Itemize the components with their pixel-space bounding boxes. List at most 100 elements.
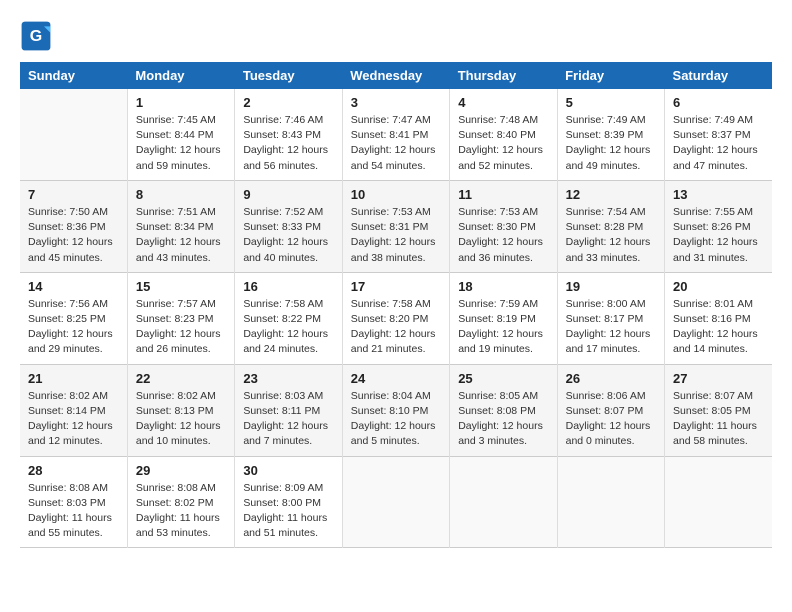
- weekday-header-thursday: Thursday: [450, 62, 557, 89]
- day-info: Sunrise: 7:59 AM Sunset: 8:19 PM Dayligh…: [458, 297, 548, 358]
- logo-icon: G: [20, 20, 52, 52]
- calendar-week-row: 28 Sunrise: 8:08 AM Sunset: 8:03 PM Dayli…: [20, 456, 772, 548]
- calendar-cell: 10 Sunrise: 7:53 AM Sunset: 8:31 PM Dayli…: [342, 180, 449, 272]
- weekday-header-row: SundayMondayTuesdayWednesdayThursdayFrid…: [20, 62, 772, 89]
- calendar-cell: 27 Sunrise: 8:07 AM Sunset: 8:05 PM Dayli…: [665, 364, 772, 456]
- calendar-cell: 9 Sunrise: 7:52 AM Sunset: 8:33 PM Daylig…: [235, 180, 342, 272]
- day-number: 21: [28, 371, 119, 386]
- day-number: 3: [351, 95, 441, 110]
- day-number: 4: [458, 95, 548, 110]
- calendar-cell: 6 Sunrise: 7:49 AM Sunset: 8:37 PM Daylig…: [665, 89, 772, 180]
- calendar-cell: [20, 89, 127, 180]
- calendar-cell: 16Sunrise: 7:58 AM Sunset: 8:22 PM Dayli…: [235, 272, 342, 364]
- day-info: Sunrise: 7:58 AM Sunset: 8:20 PM Dayligh…: [351, 297, 441, 358]
- day-info: Sunrise: 8:07 AM Sunset: 8:05 PM Dayligh…: [673, 389, 764, 450]
- day-number: 2: [243, 95, 333, 110]
- day-number: 12: [566, 187, 656, 202]
- weekday-header-sunday: Sunday: [20, 62, 127, 89]
- day-info: Sunrise: 7:55 AM Sunset: 8:26 PM Dayligh…: [673, 205, 764, 266]
- calendar-cell: 7 Sunrise: 7:50 AM Sunset: 8:36 PM Daylig…: [20, 180, 127, 272]
- calendar-cell: 29 Sunrise: 8:08 AM Sunset: 8:02 PM Dayli…: [127, 456, 234, 548]
- day-number: 6: [673, 95, 764, 110]
- calendar-cell: [450, 456, 557, 548]
- day-number: 10: [351, 187, 441, 202]
- day-number: 26: [566, 371, 656, 386]
- day-info: Sunrise: 7:49 AM Sunset: 8:39 PM Dayligh…: [566, 113, 656, 174]
- day-info: Sunrise: 7:53 AM Sunset: 8:31 PM Dayligh…: [351, 205, 441, 266]
- calendar-cell: 17 Sunrise: 7:58 AM Sunset: 8:20 PM Dayli…: [342, 272, 449, 364]
- day-info: Sunrise: 7:54 AM Sunset: 8:28 PM Dayligh…: [566, 205, 656, 266]
- day-info: Sunrise: 7:47 AM Sunset: 8:41 PM Dayligh…: [351, 113, 441, 174]
- weekday-header-monday: Monday: [127, 62, 234, 89]
- calendar-cell: 14 Sunrise: 7:56 AM Sunset: 8:25 PM Dayli…: [20, 272, 127, 364]
- day-number: 22: [136, 371, 226, 386]
- calendar-week-row: 14 Sunrise: 7:56 AM Sunset: 8:25 PM Dayli…: [20, 272, 772, 364]
- day-number: 1: [136, 95, 226, 110]
- day-info: Sunrise: 7:50 AM Sunset: 8:36 PM Dayligh…: [28, 205, 119, 266]
- day-number: 27: [673, 371, 764, 386]
- calendar-cell: [665, 456, 772, 548]
- day-number: 14: [28, 279, 119, 294]
- calendar-week-row: 7 Sunrise: 7:50 AM Sunset: 8:36 PM Daylig…: [20, 180, 772, 272]
- svg-text:G: G: [30, 28, 42, 45]
- calendar-week-row: 21 Sunrise: 8:02 AM Sunset: 8:14 PM Dayli…: [20, 364, 772, 456]
- day-number: 17: [351, 279, 441, 294]
- weekday-header-saturday: Saturday: [665, 62, 772, 89]
- day-info: Sunrise: 8:03 AM Sunset: 8:11 PM Dayligh…: [243, 389, 333, 450]
- day-info: Sunrise: 8:01 AM Sunset: 8:16 PM Dayligh…: [673, 297, 764, 358]
- day-info: Sunrise: 8:04 AM Sunset: 8:10 PM Dayligh…: [351, 389, 441, 450]
- calendar-cell: 26Sunrise: 8:06 AM Sunset: 8:07 PM Dayli…: [557, 364, 664, 456]
- calendar-cell: 18 Sunrise: 7:59 AM Sunset: 8:19 PM Dayli…: [450, 272, 557, 364]
- day-info: Sunrise: 7:51 AM Sunset: 8:34 PM Dayligh…: [136, 205, 226, 266]
- calendar-cell: 24 Sunrise: 8:04 AM Sunset: 8:10 PM Dayli…: [342, 364, 449, 456]
- day-info: Sunrise: 8:09 AM Sunset: 8:00 PM Dayligh…: [243, 481, 333, 542]
- day-info: Sunrise: 8:08 AM Sunset: 8:02 PM Dayligh…: [136, 481, 226, 542]
- calendar-cell: 23 Sunrise: 8:03 AM Sunset: 8:11 PM Dayli…: [235, 364, 342, 456]
- day-info: Sunrise: 7:52 AM Sunset: 8:33 PM Dayligh…: [243, 205, 333, 266]
- calendar-cell: 13 Sunrise: 7:55 AM Sunset: 8:26 PM Dayli…: [665, 180, 772, 272]
- day-number: 13: [673, 187, 764, 202]
- calendar-cell: 8Sunrise: 7:51 AM Sunset: 8:34 PM Daylig…: [127, 180, 234, 272]
- calendar-cell: 11Sunrise: 7:53 AM Sunset: 8:30 PM Dayli…: [450, 180, 557, 272]
- calendar-cell: 19 Sunrise: 8:00 AM Sunset: 8:17 PM Dayli…: [557, 272, 664, 364]
- calendar-cell: 12 Sunrise: 7:54 AM Sunset: 8:28 PM Dayli…: [557, 180, 664, 272]
- day-info: Sunrise: 8:08 AM Sunset: 8:03 PM Dayligh…: [28, 481, 119, 542]
- day-info: Sunrise: 7:57 AM Sunset: 8:23 PM Dayligh…: [136, 297, 226, 358]
- calendar-cell: 5Sunrise: 7:49 AM Sunset: 8:39 PM Daylig…: [557, 89, 664, 180]
- weekday-header-friday: Friday: [557, 62, 664, 89]
- day-number: 30: [243, 463, 333, 478]
- calendar-cell: 20 Sunrise: 8:01 AM Sunset: 8:16 PM Dayli…: [665, 272, 772, 364]
- calendar-cell: 1 Sunrise: 7:45 AM Sunset: 8:44 PM Daylig…: [127, 89, 234, 180]
- day-number: 9: [243, 187, 333, 202]
- day-info: Sunrise: 8:02 AM Sunset: 8:13 PM Dayligh…: [136, 389, 226, 450]
- calendar-cell: 25Sunrise: 8:05 AM Sunset: 8:08 PM Dayli…: [450, 364, 557, 456]
- day-number: 16: [243, 279, 333, 294]
- calendar-cell: [557, 456, 664, 548]
- day-number: 20: [673, 279, 764, 294]
- calendar-week-row: 1 Sunrise: 7:45 AM Sunset: 8:44 PM Daylig…: [20, 89, 772, 180]
- day-number: 19: [566, 279, 656, 294]
- day-info: Sunrise: 7:45 AM Sunset: 8:44 PM Dayligh…: [136, 113, 226, 174]
- day-number: 15: [136, 279, 226, 294]
- day-info: Sunrise: 7:46 AM Sunset: 8:43 PM Dayligh…: [243, 113, 333, 174]
- day-number: 23: [243, 371, 333, 386]
- day-info: Sunrise: 7:56 AM Sunset: 8:25 PM Dayligh…: [28, 297, 119, 358]
- weekday-header-wednesday: Wednesday: [342, 62, 449, 89]
- calendar-cell: 3 Sunrise: 7:47 AM Sunset: 8:41 PM Daylig…: [342, 89, 449, 180]
- day-number: 7: [28, 187, 119, 202]
- calendar-cell: 4Sunrise: 7:48 AM Sunset: 8:40 PM Daylig…: [450, 89, 557, 180]
- day-info: Sunrise: 7:49 AM Sunset: 8:37 PM Dayligh…: [673, 113, 764, 174]
- logo: G: [20, 20, 56, 52]
- day-number: 25: [458, 371, 548, 386]
- day-number: 24: [351, 371, 441, 386]
- day-number: 28: [28, 463, 119, 478]
- day-info: Sunrise: 8:00 AM Sunset: 8:17 PM Dayligh…: [566, 297, 656, 358]
- calendar-cell: [342, 456, 449, 548]
- calendar-cell: 15 Sunrise: 7:57 AM Sunset: 8:23 PM Dayli…: [127, 272, 234, 364]
- day-info: Sunrise: 8:02 AM Sunset: 8:14 PM Dayligh…: [28, 389, 119, 450]
- calendar-cell: 28 Sunrise: 8:08 AM Sunset: 8:03 PM Dayli…: [20, 456, 127, 548]
- calendar-cell: 21 Sunrise: 8:02 AM Sunset: 8:14 PM Dayli…: [20, 364, 127, 456]
- day-number: 18: [458, 279, 548, 294]
- day-number: 11: [458, 187, 548, 202]
- day-number: 29: [136, 463, 226, 478]
